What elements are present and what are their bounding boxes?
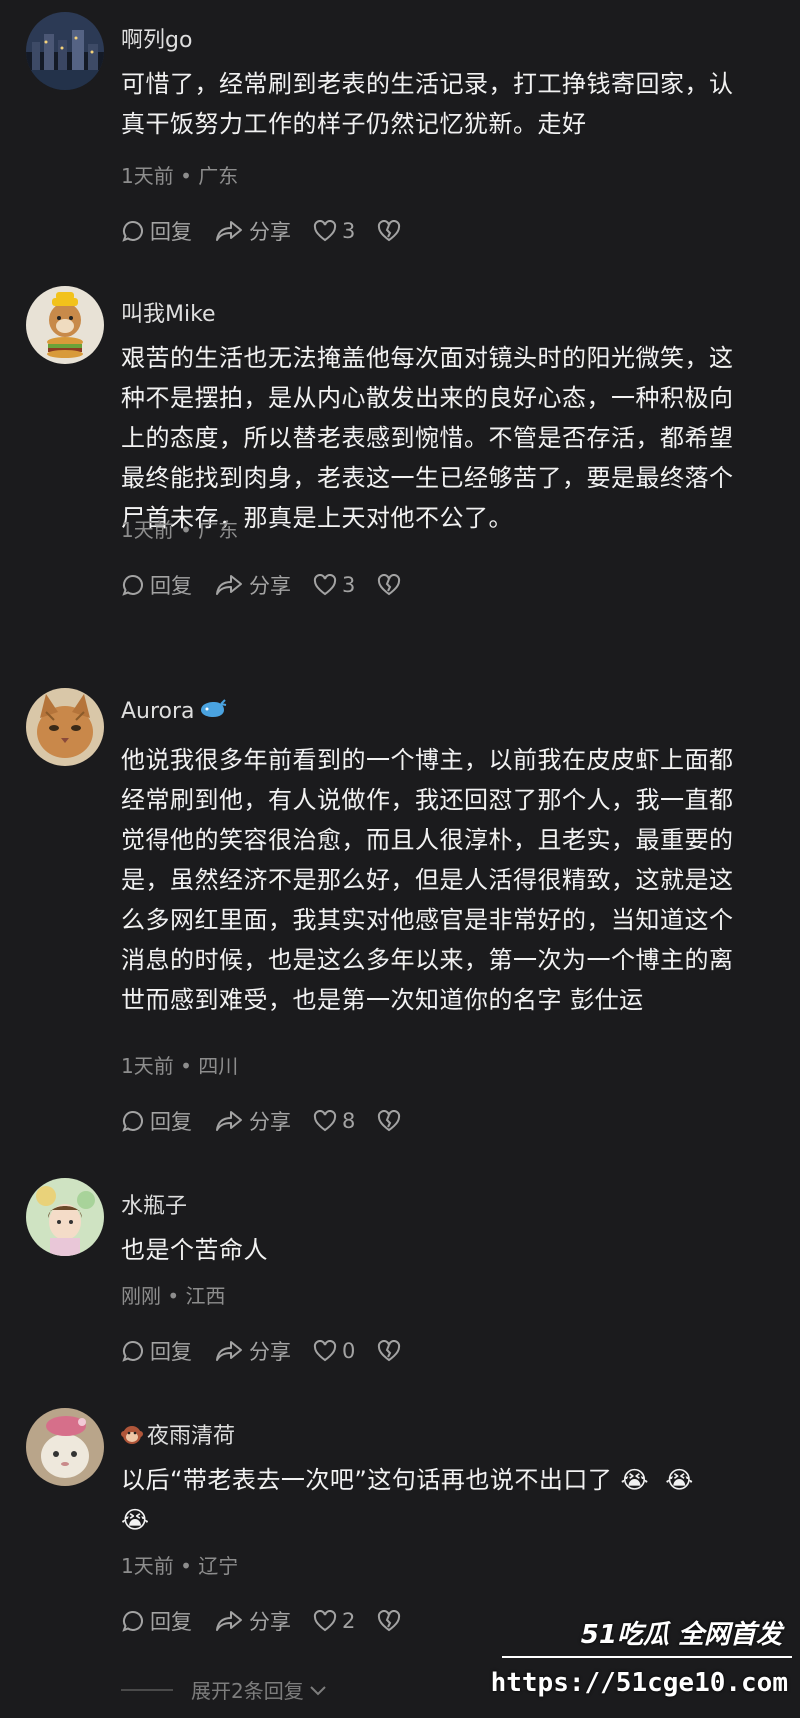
divider [121,1688,173,1691]
share-label: 分享 [249,220,291,244]
share-arrow-icon [216,1611,242,1631]
like-button[interactable]: 3 [313,573,355,597]
comment-text: 以后“带老表去一次吧”这句话再也说不出口了 😭 😭 😭 [121,1466,694,1534]
heart-icon [313,1340,337,1362]
like-count: 3 [342,219,356,243]
comment-meta: 1天前 • 广东 [121,518,239,542]
like-count: 3 [342,573,356,597]
reply-bubble-icon [122,1340,143,1362]
username[interactable]: Aurora [121,698,227,726]
reply-label: 回复 [150,574,192,598]
chevron-down-icon [310,1685,326,1695]
share-button[interactable]: 分享 [214,1336,291,1366]
like-button[interactable]: 2 [313,1609,355,1633]
heart-icon [313,1110,337,1132]
comment-text: 他说我很多年前看到的一个博主，以前我在皮皮虾上面都 经常刷到他，有人说做作，我还… [121,746,734,1014]
comment-text: 可惜了，经常刷到老表的生活记录，打工挣钱寄回家，认 真干饭努力工作的样子仍然记忆… [121,70,734,138]
username-text: Aurora [121,699,195,724]
broken-heart-icon [378,574,401,596]
reply-label: 回复 [150,220,192,244]
reply-button[interactable]: 回复 [121,1606,192,1636]
reply-button[interactable]: 回复 [121,570,192,600]
heart-icon [313,574,337,596]
reply-bubble-icon [122,220,143,242]
share-button[interactable]: 分享 [214,570,291,600]
broken-heart-icon [378,1340,401,1362]
dislike-button[interactable] [377,1110,401,1132]
reply-button[interactable]: 回复 [121,216,192,246]
reply-bubble-icon [122,1610,143,1632]
broken-heart-icon [378,220,401,242]
share-arrow-icon [216,221,242,241]
dislike-button[interactable] [377,1340,401,1362]
comment-text: 也是个苦命人 [121,1236,268,1264]
whale-icon [199,698,227,726]
reply-bubble-icon [122,574,143,596]
username[interactable]: 水瓶子 [121,1188,187,1220]
comment-actions: 回复 分享 0 [121,1336,423,1366]
like-button[interactable]: 8 [313,1109,355,1133]
username[interactable]: 夜雨清荷 [121,1418,235,1451]
watermark: 51吃瓜 全网首发 https://51cge10.com [490,1608,792,1714]
comment-actions: 回复 分享 3 [121,216,423,246]
like-button[interactable]: 0 [313,1339,355,1363]
heart-icon [313,220,337,242]
reply-label: 回复 [150,1610,192,1634]
share-button[interactable]: 分享 [214,216,291,246]
username-text: 夜雨清荷 [147,1424,236,1449]
comment-actions: 回复 分享 8 [121,1106,423,1136]
avatar[interactable] [26,1178,104,1256]
comment-meta: 1天前 • 辽宁 [121,1554,239,1578]
dislike-button[interactable] [377,574,401,596]
reply-label: 回复 [150,1340,192,1364]
reply-button[interactable]: 回复 [121,1106,192,1136]
expand-replies-label: 展开2条回复 [191,1679,304,1703]
reply-label: 回复 [150,1110,192,1134]
comment-meta: 刚刚 • 江西 [121,1284,226,1308]
comment-actions: 回复 分享 2 [121,1606,423,1636]
broken-heart-icon [378,1110,401,1132]
reply-button[interactable]: 回复 [121,1336,192,1366]
comment-meta: 1天前 • 广东 [121,164,239,188]
avatar[interactable] [26,1408,104,1486]
like-count: 8 [342,1109,356,1133]
dislike-button[interactable] [377,220,401,242]
monkey-icon [121,1423,143,1451]
share-arrow-icon [216,1341,242,1361]
like-button[interactable]: 3 [313,219,355,243]
share-label: 分享 [249,1610,291,1634]
share-label: 分享 [249,574,291,598]
like-count: 0 [342,1339,356,1363]
avatar[interactable] [26,286,104,364]
heart-icon [313,1610,337,1632]
comment-meta: 1天前 • 四川 [121,1054,239,1078]
share-button[interactable]: 分享 [214,1106,291,1136]
broken-heart-icon [378,1610,401,1632]
dislike-button[interactable] [377,1610,401,1632]
share-label: 分享 [249,1110,291,1134]
avatar[interactable] [26,688,104,766]
share-arrow-icon [216,575,242,595]
username[interactable]: 叫我Mike [121,296,216,328]
reply-bubble-icon [122,1110,143,1132]
share-button[interactable]: 分享 [214,1606,291,1636]
share-arrow-icon [216,1111,242,1131]
comment-actions: 回复 分享 3 [121,570,423,600]
watermark-brand: 51吃瓜 全网首发 [580,1620,782,1650]
watermark-url: https://51cge10.com [490,1668,788,1698]
expand-replies-button[interactable]: 展开2条回复 [121,1675,328,1704]
share-label: 分享 [249,1340,291,1364]
watermark-divider [502,1656,792,1658]
like-count: 2 [342,1609,356,1633]
username[interactable]: 啊列go [121,22,192,54]
comment-text: 艰苦的生活也无法掩盖他每次面对镜头时的阳光微笑，这 种不是摆拍，是从内心散发出来… [121,344,734,532]
avatar[interactable] [26,12,104,90]
